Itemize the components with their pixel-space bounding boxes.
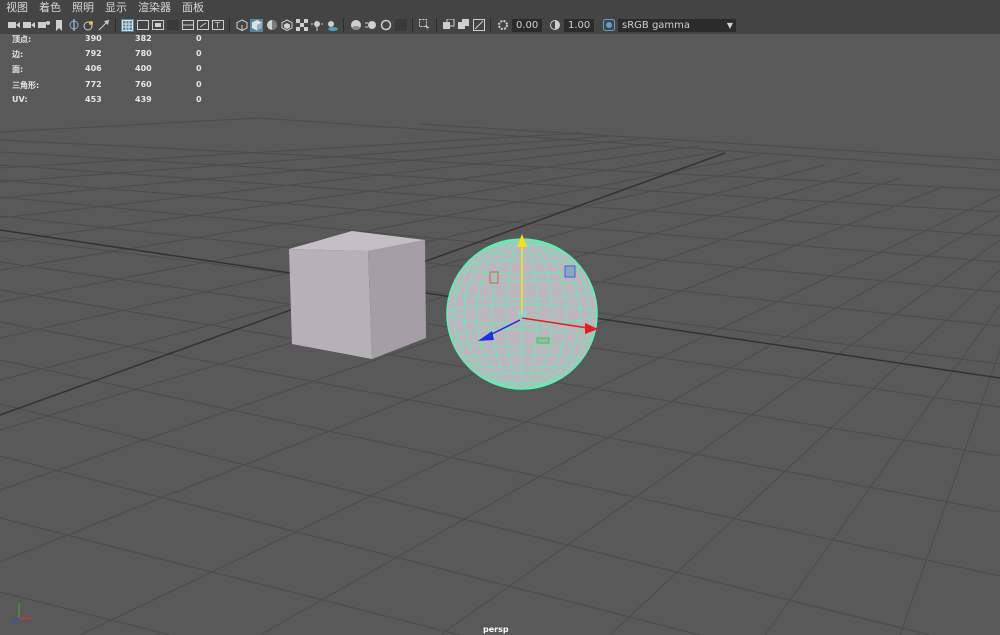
- hud-value: 453: [85, 95, 102, 104]
- exposure-icon[interactable]: [496, 19, 509, 32]
- view-axis-indicator-icon: [12, 603, 31, 624]
- manip-plane-xy[interactable]: [564, 265, 576, 278]
- hud-row-faces: 面: 406 400 0: [0, 64, 220, 79]
- menu-panels[interactable]: 面板: [176, 0, 209, 16]
- gamma-field[interactable]: 1.00: [564, 18, 594, 32]
- menu-view[interactable]: 视图: [0, 0, 33, 16]
- hud-value: 760: [135, 80, 152, 89]
- view-transform-dropdown[interactable]: sRGB gamma ▼: [618, 18, 736, 32]
- two-d-pan-icon[interactable]: [97, 19, 110, 32]
- grease-pencil-icon[interactable]: [82, 19, 95, 32]
- view-transform-value: sRGB gamma: [622, 19, 691, 31]
- camera-lock-icon[interactable]: [37, 19, 50, 32]
- chevron-down-icon: ▼: [726, 20, 733, 30]
- smooth-shade-icon[interactable]: [250, 18, 263, 32]
- hud-value: 406: [85, 64, 102, 73]
- ambient-occlusion-icon[interactable]: [349, 19, 362, 32]
- toolbar-separator: [343, 18, 344, 32]
- checker-icon[interactable]: [295, 19, 308, 32]
- hud-label: 边:: [12, 50, 24, 59]
- safe-action-icon[interactable]: [196, 19, 209, 32]
- depth-of-field-icon[interactable]: [394, 19, 407, 32]
- backface-icon[interactable]: [472, 19, 485, 32]
- field-chart-icon[interactable]: [181, 19, 194, 32]
- hud-value: 0: [196, 49, 202, 58]
- anti-alias-icon[interactable]: [379, 19, 392, 32]
- hud-value: 0: [196, 34, 202, 43]
- resolution-gate-icon[interactable]: [151, 19, 164, 32]
- hud-value: 772: [85, 80, 102, 89]
- hud-label: 顶点:: [12, 35, 32, 44]
- motion-blur-icon[interactable]: [364, 19, 377, 32]
- toolbar-separator: [229, 18, 230, 32]
- isolate-icon[interactable]: [418, 19, 431, 32]
- hud-value: 0: [196, 64, 202, 73]
- hud-value: 792: [85, 49, 102, 58]
- wireframe-icon[interactable]: [235, 19, 248, 32]
- hud-value: 400: [135, 64, 152, 73]
- xray-icon[interactable]: [442, 19, 455, 32]
- hud-value: 0: [196, 95, 202, 104]
- safe-title-icon[interactable]: T: [211, 19, 224, 32]
- panel-toolbar: T 0.00 1.00 sRGB gamma ▼: [0, 16, 1000, 34]
- menu-renderer[interactable]: 渲染器: [132, 0, 176, 16]
- menu-shading[interactable]: 着色: [33, 0, 66, 16]
- hud-row-edges: 边: 792 780 0: [0, 49, 220, 64]
- toolbar-separator: [436, 18, 437, 32]
- exposure-field[interactable]: 0.00: [512, 18, 542, 32]
- manip-plane-xz[interactable]: [536, 337, 550, 344]
- hud-value: 780: [135, 49, 152, 58]
- lights-icon[interactable]: [310, 19, 323, 32]
- toolbar-separator: [490, 18, 491, 32]
- textured-icon[interactable]: [280, 19, 293, 32]
- image-plane-icon[interactable]: [67, 19, 80, 32]
- hud-row-uvs: UV: 453 439 0: [0, 95, 220, 110]
- hud-value: 0: [196, 80, 202, 89]
- toolbar-separator: [115, 18, 116, 32]
- camera-select-icon[interactable]: [7, 19, 20, 32]
- toolbar-separator: [412, 18, 413, 32]
- svg-text:T: T: [214, 21, 220, 30]
- persp-viewport[interactable]: 视图 着色 照明 显示 渲染器 面板 T 0.00 1.00 sRGB gamm…: [0, 0, 1000, 635]
- menu-lighting[interactable]: 照明: [66, 0, 99, 16]
- panel-menu-bar: 视图 着色 照明 显示 渲染器 面板: [0, 0, 1000, 16]
- wireframe-on-shaded-icon[interactable]: [265, 19, 278, 32]
- cube-mesh[interactable]: [289, 231, 426, 359]
- hud-value: 439: [135, 95, 152, 104]
- hud-label: UV:: [12, 95, 28, 104]
- hud-value: 390: [85, 34, 102, 43]
- gamma-icon[interactable]: [548, 19, 561, 32]
- color-management-icon[interactable]: [602, 19, 615, 32]
- shadows-icon[interactable]: [325, 19, 338, 32]
- gate-mask-icon[interactable]: [166, 19, 179, 32]
- bookmark-icon[interactable]: [52, 19, 65, 32]
- hud-row-triangles: 三角形: 772 760 0: [0, 80, 220, 95]
- xray-joints-icon[interactable]: [457, 19, 470, 32]
- menu-show[interactable]: 显示: [99, 0, 132, 16]
- hud-row-vertices: 顶点: 390 382 0: [0, 34, 220, 49]
- camera-name-label: persp: [483, 625, 509, 634]
- hud-value: 382: [135, 34, 152, 43]
- camera-attributes-icon[interactable]: [22, 19, 35, 32]
- hud-label: 面:: [12, 65, 24, 74]
- grid-toggle-icon[interactable]: [121, 18, 134, 32]
- film-gate-icon[interactable]: [136, 19, 149, 32]
- hud-label: 三角形:: [12, 81, 40, 90]
